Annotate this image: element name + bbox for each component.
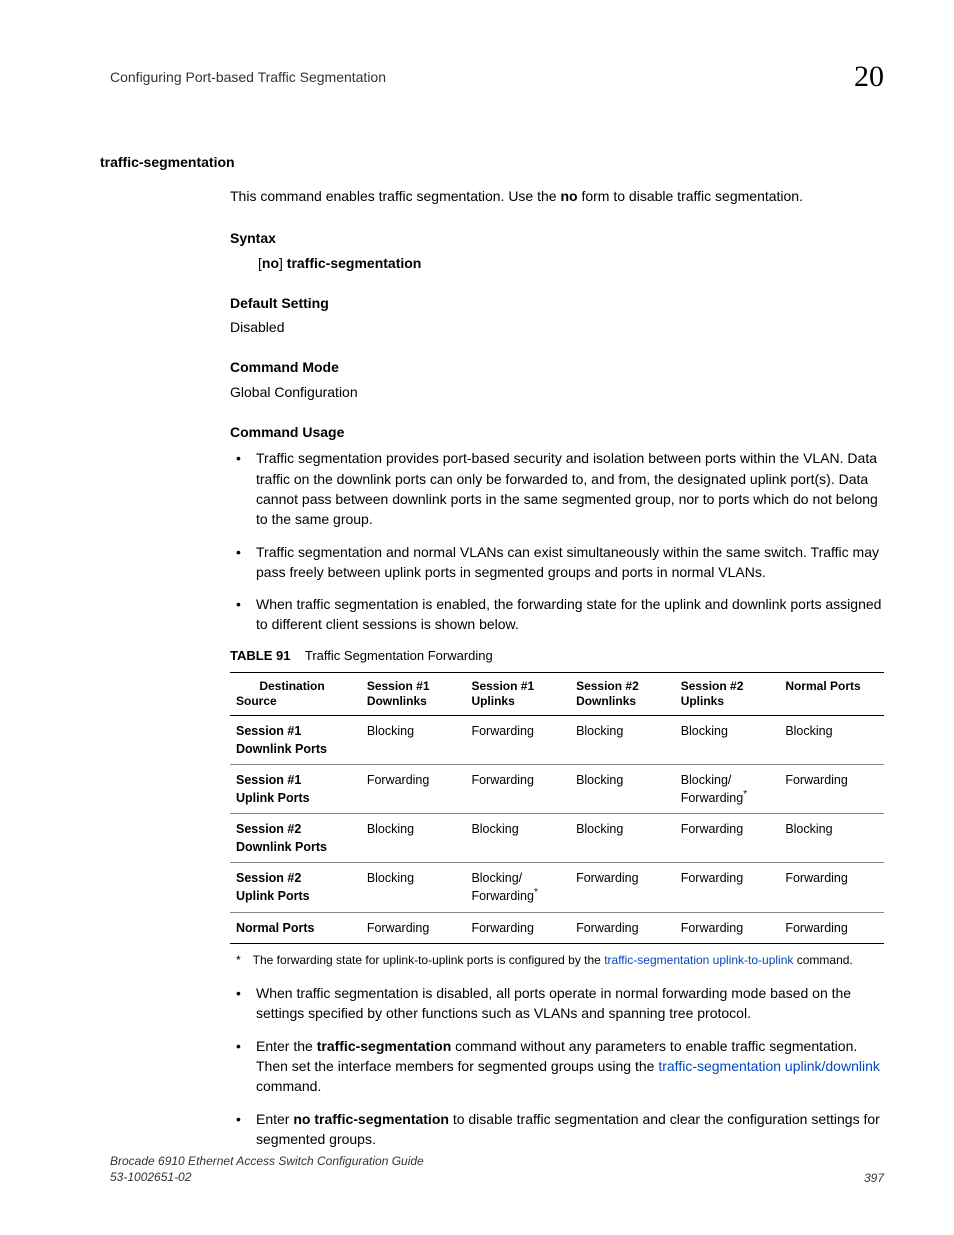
table-cell: Blocking	[570, 715, 675, 764]
table-cell: Blocking/Forwarding*	[465, 863, 570, 912]
table-caption-title: Traffic Segmentation Forwarding	[305, 648, 493, 663]
table-cell: Blocking	[361, 814, 466, 863]
row-header: Session #2Uplink Ports	[230, 863, 361, 912]
footnote-post: command.	[793, 953, 852, 967]
table-cell: Blocking	[361, 863, 466, 912]
page-footer: Brocade 6910 Ethernet Access Switch Conf…	[110, 1153, 884, 1185]
table-footnote: * The forwarding state for uplink-to-upl…	[230, 952, 884, 969]
section-title: traffic-segmentation	[100, 154, 884, 170]
th-s2-down: Session #2Downlinks	[570, 672, 675, 715]
row-header: Session #1Downlink Ports	[230, 715, 361, 764]
usage-list-bottom: When traffic segmentation is disabled, a…	[230, 983, 884, 1149]
header-title: Configuring Port-based Traffic Segmentat…	[110, 69, 386, 85]
default-setting-label: Default Setting	[230, 293, 884, 313]
table-row: Session #2Downlink PortsBlockingBlocking…	[230, 814, 884, 863]
table-cell: Forwarding	[675, 814, 780, 863]
th-s1-up: Session #1Uplinks	[465, 672, 570, 715]
table-cell: Forwarding	[779, 764, 884, 813]
intro-pre: This command enables traffic segmentatio…	[230, 188, 560, 204]
syntax-cmd: traffic-segmentation	[287, 255, 422, 271]
table-cell: Blocking	[465, 814, 570, 863]
table-cell: Forwarding	[570, 863, 675, 912]
page-header: Configuring Port-based Traffic Segmentat…	[110, 60, 884, 94]
footer-docnum: 53-1002651-02	[110, 1169, 424, 1185]
chapter-number: 20	[854, 60, 884, 94]
b2-pre: Enter the	[256, 1038, 317, 1054]
row-header: Session #2Downlink Ports	[230, 814, 361, 863]
footnote-link[interactable]: traffic-segmentation uplink-to-uplink	[604, 953, 793, 967]
b2-link[interactable]: traffic-segmentation uplink/downlink	[658, 1058, 880, 1074]
row-header: Normal Ports	[230, 912, 361, 943]
table-caption: TABLE 91 Traffic Segmentation Forwarding	[230, 647, 884, 666]
page-number: 397	[864, 1171, 884, 1185]
table-cell: Forwarding	[675, 863, 780, 912]
usage-item: When traffic segmentation is enabled, th…	[230, 594, 884, 635]
row-header: Session #1Uplink Ports	[230, 764, 361, 813]
intro-post: form to disable traffic segmentation.	[578, 188, 803, 204]
usage-item: Enter the traffic-segmentation command w…	[230, 1036, 884, 1097]
table-cell: Blocking	[570, 764, 675, 813]
footnote-star: *	[236, 952, 241, 969]
b3-bold: no traffic-segmentation	[293, 1111, 449, 1127]
table-caption-label: TABLE 91	[230, 648, 290, 663]
usage-item: Enter no traffic-segmentation to disable…	[230, 1109, 884, 1150]
usage-item: Traffic segmentation provides port-based…	[230, 448, 884, 529]
footnote-text: The forwarding state for uplink-to-uplin…	[253, 952, 853, 969]
th-dest: Destination	[259, 679, 324, 693]
usage-list-top: Traffic segmentation provides port-based…	[230, 448, 884, 634]
b2-bold: traffic-segmentation	[317, 1038, 452, 1054]
table-row: Session #1Downlink PortsBlockingForwardi…	[230, 715, 884, 764]
footer-left: Brocade 6910 Ethernet Access Switch Conf…	[110, 1153, 424, 1185]
usage-item: When traffic segmentation is disabled, a…	[230, 983, 884, 1024]
intro-bold: no	[560, 188, 577, 204]
table-cell: Forwarding	[361, 764, 466, 813]
table-cell: Forwarding	[465, 764, 570, 813]
default-setting-value: Disabled	[230, 317, 884, 337]
table-cell: Forwarding	[465, 715, 570, 764]
table-cell: Blocking	[779, 715, 884, 764]
syntax-mid: ]	[279, 255, 287, 271]
table-cell: Forwarding	[465, 912, 570, 943]
syntax-label: Syntax	[230, 228, 884, 248]
syntax-no: no	[262, 255, 279, 271]
th-s1-down: Session #1Downlinks	[361, 672, 466, 715]
table-cell: Blocking	[779, 814, 884, 863]
forwarding-table: DestinationSource Session #1Downlinks Se…	[230, 672, 884, 944]
command-mode-value: Global Configuration	[230, 382, 884, 402]
table-cell: Forwarding	[779, 863, 884, 912]
th-normal: Normal Ports	[779, 672, 884, 715]
intro-text: This command enables traffic segmentatio…	[230, 186, 884, 206]
table-cell: Blocking/Forwarding*	[675, 764, 780, 813]
b2-post: command.	[256, 1078, 321, 1094]
footnote-pre: The forwarding state for uplink-to-uplin…	[253, 953, 605, 967]
table-row: Session #1Uplink PortsForwardingForwardi…	[230, 764, 884, 813]
th-s2-up: Session #2Uplinks	[675, 672, 780, 715]
table-header-row: DestinationSource Session #1Downlinks Se…	[230, 672, 884, 715]
usage-item: Traffic segmentation and normal VLANs ca…	[230, 542, 884, 583]
table-cell: Blocking	[570, 814, 675, 863]
content-block: This command enables traffic segmentatio…	[230, 186, 884, 1149]
table-row: Normal PortsForwardingForwardingForwardi…	[230, 912, 884, 943]
command-mode-label: Command Mode	[230, 357, 884, 377]
table-cell: Blocking	[675, 715, 780, 764]
table-row: Session #2Uplink PortsBlockingBlocking/F…	[230, 863, 884, 912]
b3-pre: Enter	[256, 1111, 293, 1127]
th-dest-source: DestinationSource	[230, 672, 361, 715]
table-cell: Blocking	[361, 715, 466, 764]
footer-title: Brocade 6910 Ethernet Access Switch Conf…	[110, 1153, 424, 1169]
syntax-text: [no] traffic-segmentation	[258, 253, 884, 273]
th-source: Source	[236, 694, 277, 708]
command-usage-label: Command Usage	[230, 422, 884, 442]
table-body: Session #1Downlink PortsBlockingForwardi…	[230, 715, 884, 943]
table-cell: Forwarding	[570, 912, 675, 943]
table-cell: Forwarding	[675, 912, 780, 943]
table-cell: Forwarding	[779, 912, 884, 943]
table-cell: Forwarding	[361, 912, 466, 943]
